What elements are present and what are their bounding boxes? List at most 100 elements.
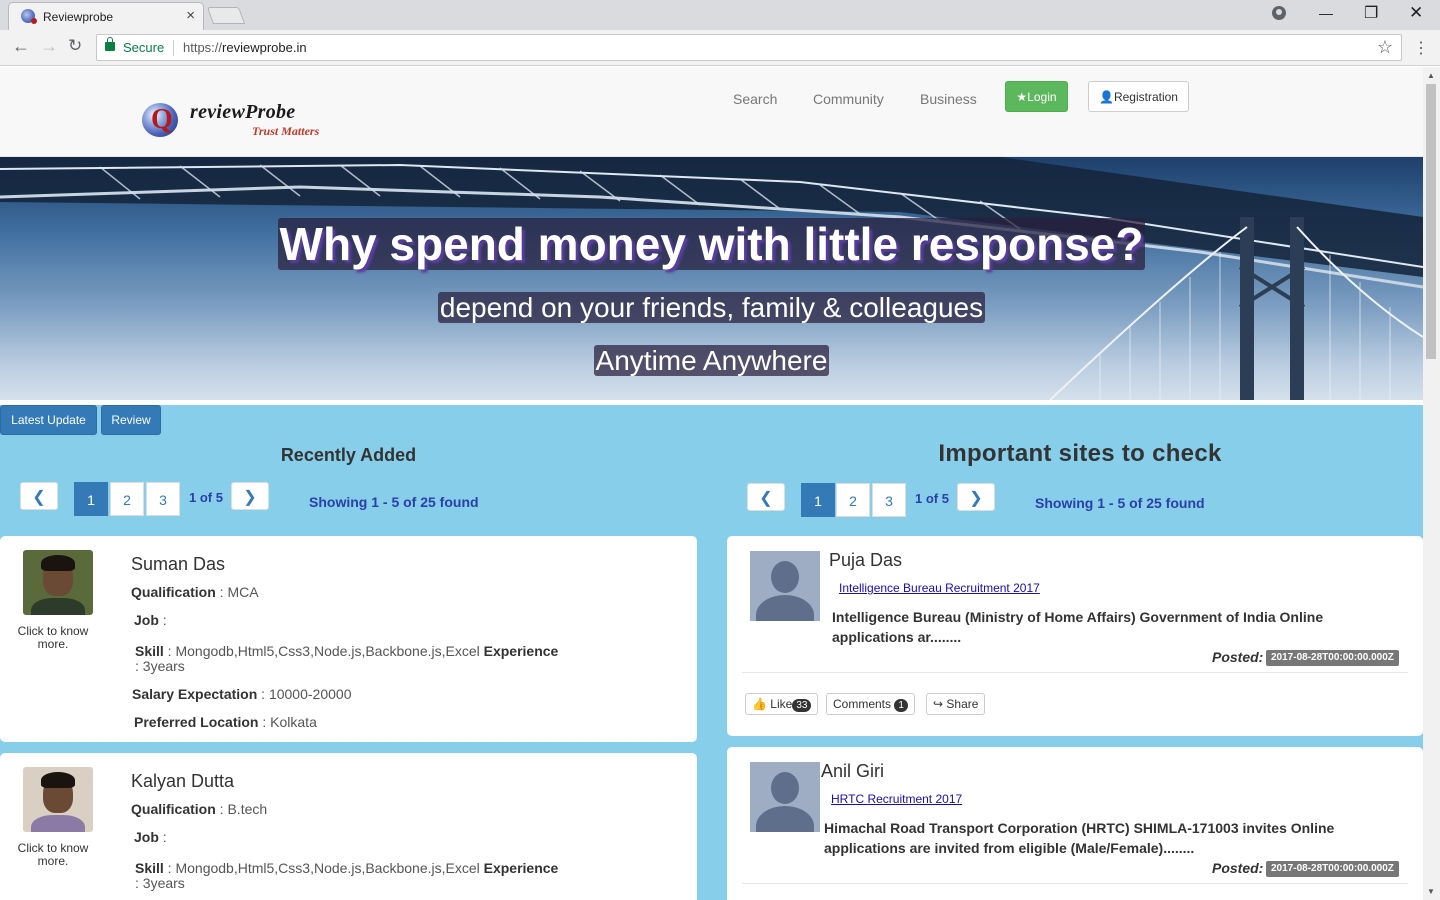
page-scrollbar[interactable]: ▲ ▼ [1423,67,1440,900]
profile-card[interactable]: Click to know more. Kalyan Dutta Qualifi… [0,753,697,900]
logo-tagline: Trust Matters [252,124,320,138]
skill-value: Mongodb,Html5,Css3,Node.js,Backbone.js,E… [175,643,480,659]
tab-latest-update[interactable]: Latest Update [0,405,97,435]
important-page-1[interactable]: 1 [801,483,835,517]
thumbs-up-icon: 👍 [752,697,767,711]
recent-showing: Showing 1 - 5 of 25 found [309,494,479,510]
card-divider [742,883,1408,884]
experience-value: 3years [142,875,185,891]
site-card[interactable]: Puja Das Intelligence Bureau Recruitment… [727,536,1423,736]
experience-field: : 3years [135,658,185,674]
click-to-know-more[interactable]: Click to know more. [3,842,103,868]
window-close-icon[interactable]: ✕ [1409,3,1423,23]
star-icon: ★ [1016,90,1028,104]
nav-business-link[interactable]: Business [920,91,977,107]
hero-title-text: Why spend money with little response? [277,218,1146,270]
logo-globe-icon[interactable] [142,103,178,137]
recent-next-button[interactable]: ❯ [231,482,269,510]
important-next-button[interactable]: ❯ [957,483,995,511]
back-icon[interactable]: ← [12,36,30,57]
recent-page-of: 1 of 5 [189,490,223,505]
forward-icon[interactable]: → [40,36,58,57]
close-tab-icon[interactable]: × [186,7,195,24]
new-tab-button[interactable] [206,7,246,24]
site-card[interactable]: Anil Giri HRTC Recruitment 2017 Himachal… [727,747,1423,900]
hero-subtitle-text: depend on your friends, family & colleag… [437,292,986,323]
like-button[interactable]: 👍 Like 33 [745,693,819,715]
skill-label: Skill [135,643,164,659]
profile-icon[interactable] [1272,6,1286,20]
recent-page-2[interactable]: 2 [110,482,144,516]
comments-count: 1 [894,699,908,712]
chevron-right-icon: ❯ [243,489,257,506]
hero-title: Why spend money with little response? [0,217,1423,271]
browser-tab-title: Reviewprobe [43,10,114,24]
important-showing: Showing 1 - 5 of 25 found [1035,495,1205,511]
scroll-up-arrow-icon[interactable]: ▲ [1427,71,1435,80]
avatar-shirt [31,598,85,615]
avatar[interactable] [750,551,820,621]
browser-tab-strip: Reviewprobe × — ❐ ✕ [0,0,1440,30]
login-button[interactable]: ★Login [1005,81,1068,112]
tab-review[interactable]: Review [101,405,161,435]
scrollbar-thumb[interactable] [1426,84,1436,359]
recent-title: Recently Added [280,445,417,465]
recent-page-3[interactable]: 3 [146,482,180,516]
site-description: Intelligence Bureau (Ministry of Home Af… [832,609,1324,645]
nav-community-link[interactable]: Community [813,91,884,107]
important-title: Important sites to check [938,440,1222,467]
omnibox-divider [173,40,174,56]
avatar-head [771,561,799,593]
comments-button[interactable]: Comments 1 [826,693,915,715]
logo-name[interactable]: reviewProbe [190,101,296,124]
qualification-label: Qualification [131,584,216,600]
url-host: reviewprobe.in [222,40,307,55]
user-plus-icon: 👤 [1099,90,1114,104]
address-bar[interactable]: Secure https://reviewprobe.in ☆ [96,34,1402,61]
avatar[interactable] [750,762,820,832]
important-prev-button[interactable]: ❮ [747,483,785,511]
important-page-2[interactable]: 2 [836,483,870,517]
skill-label: Skill [135,860,164,876]
secure-label: Secure [123,40,165,55]
posted-label: Posted: [1212,860,1264,876]
minimize-icon[interactable]: — [1319,5,1333,21]
important-page-3[interactable]: 3 [872,483,906,517]
site-link[interactable]: Intelligence Bureau Recruitment 2017 [839,581,1040,595]
experience-label: Experience [483,860,559,876]
qualification-field: Qualification : B.tech [131,801,268,817]
site-link[interactable]: HRTC Recruitment 2017 [831,792,962,806]
skill-value: Mongodb,Html5,Css3,Node.js,Backbone.js,E… [175,860,480,876]
nav-search-link[interactable]: Search [733,91,777,107]
avatar-hair [41,555,75,571]
scroll-down-arrow-icon[interactable]: ▼ [1427,887,1435,896]
registration-button[interactable]: 👤Registration [1088,81,1189,112]
posted-date: 2017-08-28T00:00:00.000Z [1266,861,1399,877]
click-to-know-more[interactable]: Click to know more. [3,625,103,651]
experience-label: Experience [483,643,559,659]
chevron-right-icon: ❯ [969,490,983,507]
browser-tab[interactable]: Reviewprobe × [8,2,204,30]
recent-prev-button[interactable]: ❮ [20,482,58,510]
lock-icon [105,37,115,51]
url-text[interactable]: https://reviewprobe.in [183,40,307,55]
share-label: Share [946,697,979,711]
page-viewport: reviewProbe Trust Matters Search Communi… [0,67,1423,900]
reload-icon[interactable]: ↻ [68,36,82,56]
job-label: Job [134,612,159,628]
bookmark-star-icon[interactable]: ☆ [1377,37,1393,58]
location-value: Kolkata [270,714,317,730]
browser-menu-icon[interactable]: ⋮ [1413,38,1429,58]
share-button[interactable]: ↪ Share [926,693,986,715]
avatar[interactable] [23,550,93,615]
hero-banner: Why spend money with little response? de… [0,157,1423,400]
salary-label: Salary Expectation [132,686,258,702]
recent-page-1[interactable]: 1 [74,482,108,516]
experience-value: 3years [142,658,185,674]
comments-label: Comments [833,697,892,711]
avatar[interactable] [23,767,93,832]
login-label: Login [1027,90,1057,104]
restore-icon[interactable]: ❐ [1364,3,1378,23]
profile-card[interactable]: Click to know more. Suman Das Qualificat… [0,536,697,742]
posted-date: 2017-08-28T00:00:00.000Z [1266,650,1399,666]
